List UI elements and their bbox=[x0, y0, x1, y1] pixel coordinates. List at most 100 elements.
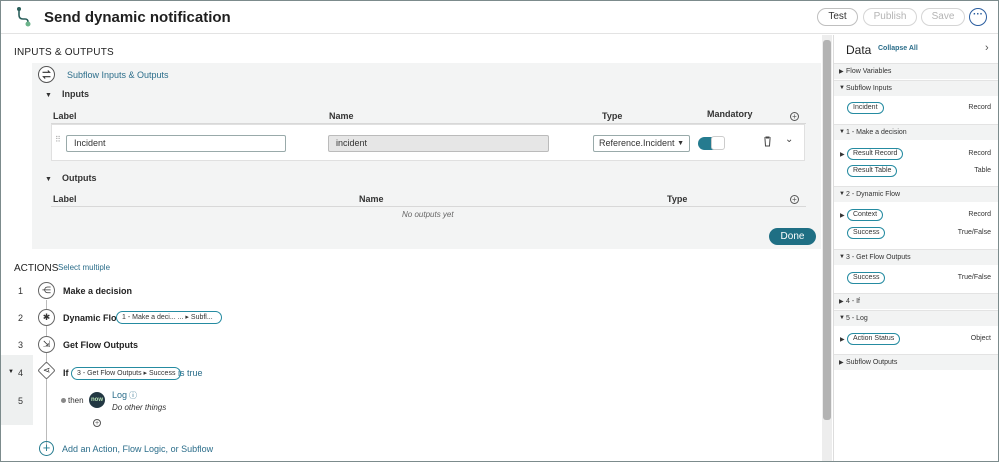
data-pill[interactable]: Result Table bbox=[847, 165, 898, 177]
data-pill[interactable]: 3 - Get Flow Outputs ▸ Success bbox=[71, 367, 182, 380]
section-label: Flow Variables bbox=[846, 68, 892, 75]
pill-part: 1 - Make a deci... bbox=[122, 314, 176, 321]
data-section[interactable]: ▼ 5 - Log bbox=[834, 310, 998, 326]
action-name[interactable]: Make a decision bbox=[63, 286, 132, 296]
pill-type: True/False bbox=[957, 229, 991, 236]
drag-handle-icon[interactable]: ⠿ bbox=[55, 135, 61, 144]
add-input-icon[interactable]: + bbox=[790, 112, 799, 121]
data-pill[interactable]: Context bbox=[847, 209, 884, 221]
subflow-io-icon[interactable] bbox=[38, 66, 55, 83]
divider bbox=[51, 206, 806, 207]
input-name-field[interactable]: incident bbox=[328, 135, 549, 152]
section-label: 4 - If bbox=[846, 298, 861, 305]
data-panel-header: Data Collapse All › bbox=[834, 35, 998, 63]
data-pill[interactable]: Success bbox=[847, 227, 886, 239]
action-number: 1 bbox=[18, 286, 24, 296]
section-label: Subflow Outputs bbox=[846, 359, 898, 366]
input-type-select[interactable]: Reference.Incident ▼ bbox=[593, 135, 690, 152]
subflow-io-link[interactable]: Subflow Inputs & Outputs bbox=[67, 70, 169, 80]
page-title: Send dynamic notification bbox=[44, 9, 231, 26]
data-pill[interactable]: Incident bbox=[847, 102, 884, 114]
out-col-label: Label bbox=[53, 194, 77, 204]
outputs-label: Outputs bbox=[62, 173, 97, 183]
inputs-label: Inputs bbox=[62, 89, 89, 99]
data-section[interactable]: ▶ Flow Variables bbox=[834, 63, 998, 79]
caret-down-icon: ▼ bbox=[839, 129, 845, 135]
no-outputs-text: No outputs yet bbox=[402, 210, 454, 219]
dynamic-flow-icon: ✱ bbox=[38, 309, 55, 326]
scrollbar-thumb[interactable] bbox=[823, 40, 831, 420]
data-section[interactable]: ▶ Subflow Outputs bbox=[834, 354, 998, 370]
get-outputs-icon: ⇲ bbox=[38, 336, 55, 353]
collapse-all-link[interactable]: Collapse All bbox=[878, 45, 918, 52]
action-name[interactable]: Get Flow Outputs bbox=[63, 340, 138, 350]
col-label: Label bbox=[53, 111, 77, 121]
input-label-field[interactable]: Incident bbox=[66, 135, 286, 152]
log-description: Do other things bbox=[112, 403, 167, 412]
main-scrollbar[interactable] bbox=[822, 35, 832, 461]
expand-row-icon[interactable]: ⌄ bbox=[785, 134, 793, 145]
done-button[interactable]: Done bbox=[769, 228, 816, 245]
outputs-caret-icon[interactable]: ▼ bbox=[45, 176, 52, 183]
col-type: Type bbox=[602, 111, 623, 121]
out-col-name: Name bbox=[359, 194, 384, 204]
data-section[interactable]: ▼ 1 - Make a decision bbox=[834, 124, 998, 140]
add-action-link[interactable]: Add an Action, Flow Logic, or Subflow bbox=[62, 444, 213, 454]
mandatory-toggle[interactable] bbox=[698, 136, 725, 150]
more-options-button[interactable]: ··· bbox=[969, 8, 987, 26]
log-action-title[interactable]: Log bbox=[112, 390, 127, 400]
inputs-caret-icon[interactable]: ▼ bbox=[45, 92, 52, 99]
section-label: 3 - Get Flow Outputs bbox=[846, 254, 911, 261]
publish-button[interactable]: Publish bbox=[863, 8, 917, 26]
add-output-icon[interactable]: + bbox=[790, 195, 799, 204]
pill-type: True/False bbox=[957, 274, 991, 281]
data-pill[interactable]: Action Status bbox=[847, 333, 901, 345]
select-multiple-link[interactable]: Select multiple bbox=[58, 263, 110, 272]
section-label: 5 - Log bbox=[846, 315, 868, 322]
caret-right-icon[interactable]: ▶ bbox=[840, 151, 845, 158]
data-section[interactable]: ▼ Subflow Inputs bbox=[834, 80, 998, 96]
inputs-outputs-title: INPUTS & OUTPUTS bbox=[14, 47, 114, 58]
branch-dot bbox=[61, 398, 66, 403]
pill-type: Table bbox=[974, 167, 991, 174]
action-name[interactable]: Dynamic Flow bbox=[63, 313, 124, 323]
info-icon[interactable]: ⓘ bbox=[129, 390, 137, 401]
if-icon: ⋖ bbox=[37, 361, 56, 380]
save-button[interactable]: Save bbox=[921, 8, 965, 26]
pill-type: Record bbox=[968, 104, 991, 111]
section-label: 1 - Make a decision bbox=[846, 129, 907, 136]
section-label: Subflow Inputs bbox=[846, 85, 892, 92]
pill-type: Record bbox=[968, 150, 991, 157]
data-section[interactable]: ▶ 4 - If bbox=[834, 293, 998, 309]
now-logo-icon: now bbox=[89, 392, 105, 408]
test-button[interactable]: Test bbox=[817, 8, 858, 26]
action-number: 5 bbox=[18, 396, 24, 406]
caret-right-icon: ▶ bbox=[839, 360, 844, 366]
data-pill[interactable]: 1 - Make a deci... ... ▸ Subfl... bbox=[116, 311, 222, 324]
flow-designer-icon bbox=[17, 7, 31, 27]
data-panel-title: Data bbox=[846, 43, 872, 57]
action-number: 3 bbox=[18, 340, 24, 350]
add-inner-icon[interactable]: + bbox=[93, 419, 101, 427]
caret-down-icon: ▼ bbox=[839, 85, 845, 91]
chevron-right-icon[interactable]: › bbox=[985, 42, 989, 54]
data-pill[interactable]: Result Record bbox=[847, 148, 904, 160]
pill-type: Object bbox=[970, 335, 991, 342]
decision-icon: ⋲ bbox=[38, 282, 55, 299]
condition-text: is true bbox=[178, 368, 203, 378]
input-row: ⠿ Incident incident Reference.Incident ▼… bbox=[51, 124, 805, 161]
trash-icon[interactable] bbox=[763, 136, 772, 147]
data-pill[interactable]: Success bbox=[847, 272, 886, 284]
caret-right-icon: ▶ bbox=[839, 69, 844, 75]
col-name: Name bbox=[329, 111, 354, 121]
caret-right-icon[interactable]: ▶ bbox=[840, 336, 845, 343]
action-name[interactable]: If bbox=[63, 368, 69, 378]
selected-gutter bbox=[1, 355, 33, 425]
caret-right-icon[interactable]: ▶ bbox=[840, 212, 845, 219]
add-action-icon[interactable]: + bbox=[39, 441, 54, 456]
caret-down-icon[interactable]: ▼ bbox=[8, 369, 14, 375]
caret-down-icon: ▼ bbox=[839, 254, 845, 260]
data-section[interactable]: ▼ 2 - Dynamic Flow bbox=[834, 186, 998, 202]
data-section[interactable]: ▼ 3 - Get Flow Outputs bbox=[834, 249, 998, 265]
caret-down-icon: ▼ bbox=[839, 315, 845, 321]
